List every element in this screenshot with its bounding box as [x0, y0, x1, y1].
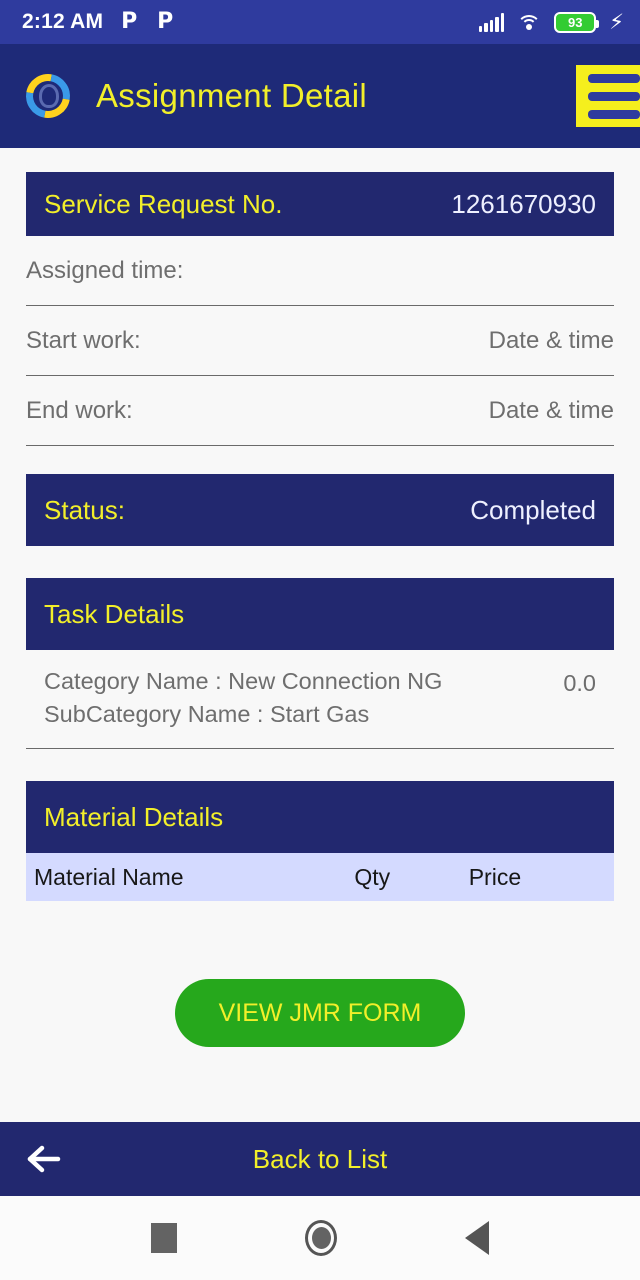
triangle-back-icon[interactable]: [465, 1221, 489, 1255]
task-details-header: Task Details: [26, 578, 614, 650]
wifi-icon: [517, 13, 542, 31]
service-request-label: Service Request No.: [44, 188, 283, 219]
view-jmr-form-button[interactable]: VIEW JMR FORM: [174, 979, 466, 1047]
status-badge: Completed: [470, 494, 596, 525]
main-content: Service Request No. 1261670930 Assigned …: [0, 148, 640, 1122]
start-work-label: Start work:: [26, 326, 141, 354]
assigned-time-label: Assigned time:: [26, 256, 184, 284]
app-header-bar: Assignment Detail: [0, 44, 640, 148]
task-category-line: Category Name : New Connection NG: [44, 668, 443, 694]
circle-home-icon[interactable]: [305, 1220, 337, 1256]
signal-bars-icon: [478, 12, 505, 32]
material-details-header: Material Details: [26, 781, 614, 853]
page-title: Assignment Detail: [96, 77, 368, 114]
column-price: Price: [468, 863, 522, 890]
hamburger-menu-icon[interactable]: [576, 65, 640, 127]
task-amount-value: 0.0: [563, 670, 596, 696]
end-work-label: End work:: [26, 396, 133, 424]
service-request-value: 1261670930: [451, 188, 596, 219]
back-to-list-bar[interactable]: Back to List: [0, 1122, 640, 1196]
battery-level-text: 93: [568, 14, 583, 30]
notification-p-icon-1: P: [121, 9, 138, 34]
app-logo: [17, 65, 79, 127]
task-details-title: Task Details: [44, 598, 185, 629]
material-details-title: Material Details: [44, 801, 224, 832]
status-bar-system-icons: 93 ⚡: [478, 9, 624, 34]
battery-icon: 93: [554, 11, 600, 33]
notification-icons: P P: [121, 10, 179, 34]
status-bar-clock: 2:12 AM: [22, 10, 104, 33]
status-label: Status:: [44, 494, 125, 525]
service-request-header: Service Request No. 1261670930: [26, 172, 614, 236]
status-row: Status: Completed: [26, 474, 614, 546]
arrow-left-icon[interactable]: [26, 1144, 64, 1174]
info-row-end-work[interactable]: End work: Date & time: [26, 376, 614, 446]
notification-p-icon-2: P: [157, 9, 174, 34]
info-row-assigned-time: Assigned time:: [26, 236, 614, 306]
jmr-button-container: VIEW JMR FORM: [0, 979, 640, 1047]
assignment-info-list: Assigned time: Start work: Date & time E…: [26, 236, 614, 446]
charging-bolt-icon: ⚡: [609, 9, 624, 34]
task-subcategory-line: SubCategory Name : Start Gas: [44, 701, 370, 727]
end-work-value[interactable]: Date & time: [489, 397, 614, 425]
back-to-list-label: Back to List: [252, 1143, 388, 1174]
material-table-header: Material Name Qty Price: [26, 853, 614, 901]
task-details-body: Category Name : New Connection NG SubCat…: [26, 650, 614, 749]
column-material-name: Material Name: [34, 863, 184, 890]
column-qty: Qty: [354, 863, 391, 890]
task-detail-lines: Category Name : New Connection NG SubCat…: [44, 668, 442, 728]
info-row-start-work[interactable]: Start work: Date & time: [26, 306, 614, 376]
android-navigation-bar: [0, 1196, 640, 1280]
square-recents-icon[interactable]: [151, 1223, 177, 1253]
app-screen: 2:12 AM P P 93 ⚡ Assignment Detail Servi…: [0, 0, 640, 1280]
system-status-bar: 2:12 AM P P 93 ⚡: [0, 0, 640, 44]
start-work-value[interactable]: Date & time: [489, 327, 614, 355]
